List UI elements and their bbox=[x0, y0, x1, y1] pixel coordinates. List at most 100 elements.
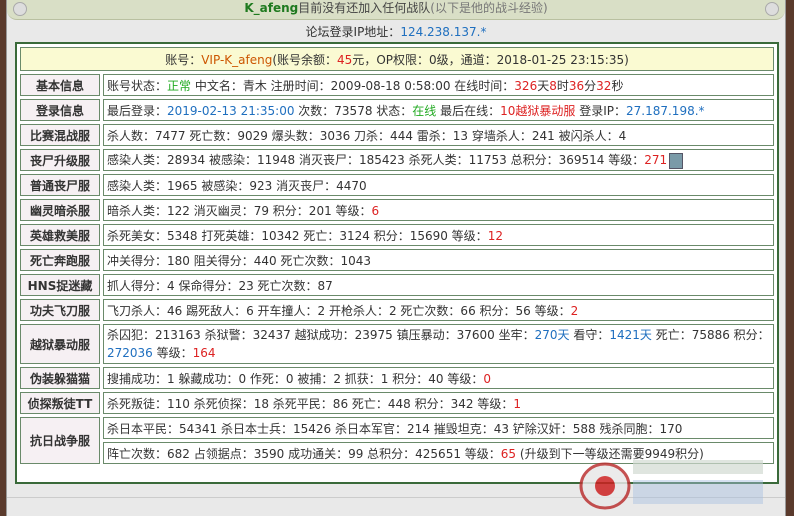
balance-label: (账号余额： bbox=[272, 52, 338, 67]
username[interactable]: K_afeng bbox=[244, 1, 298, 15]
row-value-part: 感染人类：28934 被感染：11948 消灭丧尸：185423 杀死人类：11… bbox=[107, 153, 645, 168]
team-status: 目前没有还加入任何战队 bbox=[298, 1, 431, 15]
row-value: 感染人类：1965 被感染：923 消灭丧尸：4470 bbox=[103, 174, 774, 196]
row-value-part: 感染人类：1965 被感染：923 消灭丧尸：4470 bbox=[107, 178, 367, 193]
row-value-part: 272036 bbox=[107, 346, 153, 360]
stats-rows: 基本信息 账号状态：正常 中文名：青木 注册时间：2009-08-18 0:58:… bbox=[20, 74, 774, 414]
ip-label: 论坛登录IP地址： bbox=[305, 25, 401, 39]
row-value-part: 271 bbox=[644, 153, 668, 168]
row-value-part: 中文名：青木 注册时间：2009-08-18 0:58:00 在线时间： bbox=[191, 78, 515, 93]
row-value-part: 最后在线： bbox=[436, 103, 501, 118]
row-label[interactable]: 登录信息 bbox=[20, 99, 100, 121]
row-value-part: 次数：73578 状态： bbox=[294, 103, 413, 118]
row-value-part: 2 bbox=[570, 303, 579, 318]
row-value-part: 1 bbox=[513, 396, 521, 411]
row-value: 杀囚犯：213163 杀狱警：32437 越狱成功：23975 镇压暴动：376… bbox=[103, 324, 774, 364]
balance-value: 45 bbox=[337, 52, 353, 67]
table-row: HNS捉迷藏 抓人得分：4 保命得分：23 死亡次数：87 bbox=[20, 274, 774, 296]
row-value-part: 在线 bbox=[412, 103, 437, 118]
row-value-part: 2019-02-13 21:35:00 bbox=[167, 103, 295, 118]
account-vip: VIP-K_afeng bbox=[201, 52, 273, 67]
row-value-part: 最后登录： bbox=[107, 103, 168, 118]
row-value: 杀死美女：5348 打死英雄：10342 死亡：3124 积分：15690 等级… bbox=[103, 224, 774, 246]
row-label[interactable]: 比赛混战服 bbox=[20, 124, 100, 146]
main-panel: K_afeng目前没有还加入任何战队(以下是他的战斗经验) 论坛登录IP地址：1… bbox=[6, 0, 786, 516]
kangri-level: 65 bbox=[500, 446, 517, 461]
account-header: 账号：VIP-K_afeng(账号余额：45元，OP权限：0级，通道：2018-… bbox=[20, 47, 774, 71]
row-value-part: 时 bbox=[556, 78, 569, 93]
top-bar: K_afeng目前没有还加入任何战队(以下是他的战斗经验) bbox=[7, 0, 785, 20]
row-value: 杀人数：7477 死亡数：9029 爆头数：3036 刀杀：444 雷杀：13 … bbox=[103, 124, 774, 146]
kangri-next-level: (升级到下一等级还需要9949积分) bbox=[516, 446, 704, 461]
row-label[interactable]: 英雄救美服 bbox=[20, 224, 100, 246]
table-row: 基本信息 账号状态：正常 中文名：青木 注册时间：2009-08-18 0:58:… bbox=[20, 74, 774, 96]
row-value: 搜捕成功：1 躲藏成功：0 作死：0 被捕：2 抓获：1 积分：40 等级：0 bbox=[103, 367, 774, 389]
row-value-part: 死亡：75886 积分： bbox=[651, 328, 770, 342]
row-value-part: 暗杀人类：122 消灭幽灵：79 积分：201 等级： bbox=[107, 203, 372, 218]
forum-ip-line: 论坛登录IP地址：124.238.137.* bbox=[7, 23, 785, 40]
row-value-part: 冲关得分：180 阻关得分：440 死亡次数：1043 bbox=[107, 253, 371, 268]
row-value-part: 看守： bbox=[569, 328, 610, 342]
row-value-part: 等级： bbox=[152, 346, 193, 360]
row-label[interactable]: 普通丧尸服 bbox=[20, 174, 100, 196]
row-label[interactable]: 侦探叛徒TT bbox=[20, 392, 100, 414]
table-row: 比赛混战服 杀人数：7477 死亡数：9029 爆头数：3036 刀杀：444 雷… bbox=[20, 124, 774, 146]
kangri-line-2: 阵亡次数：682 占领据点：3590 成功通关：99 总积分：425651 等级… bbox=[103, 442, 774, 464]
table-row: 伪装躲猫猫 搜捕成功：1 躲藏成功：0 作死：0 被捕：2 抓获：1 积分：40 … bbox=[20, 367, 774, 389]
table-row: 死亡奔跑服 冲关得分：180 阻关得分：440 死亡次数：1043 bbox=[20, 249, 774, 271]
row-value: 抓人得分：4 保命得分：23 死亡次数：87 bbox=[103, 274, 774, 296]
account-prefix: 账号： bbox=[165, 52, 202, 67]
table-row: 幽灵暗杀服 暗杀人类：122 消灭幽灵：79 积分：201 等级：6 bbox=[20, 199, 774, 221]
table-row: 普通丧尸服 感染人类：1965 被感染：923 消灭丧尸：4470 bbox=[20, 174, 774, 196]
row-value: 暗杀人类：122 消灭幽灵：79 积分：201 等级：6 bbox=[103, 199, 774, 221]
row-label[interactable]: HNS捉迷藏 bbox=[20, 274, 100, 296]
row-value-part: 分 bbox=[584, 78, 597, 93]
row-label[interactable]: 幽灵暗杀服 bbox=[20, 199, 100, 221]
ip-value: 124.238.137.* bbox=[400, 25, 487, 39]
table-row: 英雄救美服 杀死美女：5348 打死英雄：10342 死亡：3124 积分：156… bbox=[20, 224, 774, 246]
row-label[interactable]: 伪装躲猫猫 bbox=[20, 367, 100, 389]
row-value-part: 10越狱暴动服 bbox=[500, 103, 576, 118]
account-suffix: ) bbox=[624, 52, 629, 67]
table-row: 丧尸升级服 感染人类：28934 被感染：11948 消灭丧尸：185423 杀死… bbox=[20, 149, 774, 171]
row-value-part: 36 bbox=[568, 78, 585, 93]
row-value-part: 12 bbox=[487, 228, 503, 243]
row-value-part: 1421天 bbox=[609, 328, 652, 342]
row-value: 杀死叛徒：110 杀死侦探：18 杀死平民：86 死亡：448 积分：342 等… bbox=[103, 392, 774, 414]
account-date: 2018-01-25 23:15:35 bbox=[496, 52, 625, 67]
row-value-part: 抓人得分：4 保命得分：23 死亡次数：87 bbox=[107, 278, 333, 293]
row-label[interactable]: 基本信息 bbox=[20, 74, 100, 96]
table-row: 功夫飞刀服 飞刀杀人：46 踢死敌人：6 开车撞人：2 开枪杀人：2 死亡次数：6… bbox=[20, 299, 774, 321]
left-circle-icon bbox=[13, 2, 27, 16]
row-value-part: 杀死美女：5348 打死英雄：10342 死亡：3124 积分：15690 等级… bbox=[107, 228, 488, 243]
rank-avatar-icon bbox=[669, 152, 684, 169]
row-value: 账号状态：正常 中文名：青木 注册时间：2009-08-18 0:58:00 在… bbox=[103, 74, 774, 96]
balance-unit: 元 bbox=[352, 52, 365, 67]
row-value: 飞刀杀人：46 踢死敌人：6 开车撞人：2 开枪杀人：2 死亡次数：66 积分：… bbox=[103, 299, 774, 321]
row-value-part: 27.187.198.* bbox=[626, 103, 705, 118]
row-value-part: 天 bbox=[537, 78, 550, 93]
row-value: 最后登录：2019-02-13 21:35:00 次数：73578 状态：在线 … bbox=[103, 99, 774, 121]
table-row: 侦探叛徒TT 杀死叛徒：110 杀死侦探：18 杀死平民：86 死亡：448 积分… bbox=[20, 392, 774, 414]
row-value-part: 正常 bbox=[167, 78, 192, 93]
row-value-part: 杀人数：7477 死亡数：9029 爆头数：3036 刀杀：444 雷杀：13 … bbox=[107, 128, 627, 143]
row-value-part: 32 bbox=[596, 78, 612, 93]
row-value-part: 登录IP： bbox=[575, 103, 626, 118]
row-label[interactable]: 功夫飞刀服 bbox=[20, 299, 100, 321]
row-value-part: 账号状态： bbox=[107, 78, 168, 93]
stats-frame: 账号：VIP-K_afeng(账号余额：45元，OP权限：0级，通道：2018-… bbox=[15, 42, 779, 484]
row-label[interactable]: 丧尸升级服 bbox=[20, 149, 100, 171]
row-value-part: 秒 bbox=[611, 78, 624, 93]
row-label-kangri[interactable]: 抗日战争服 bbox=[20, 417, 100, 464]
row-value-part: 杀死叛徒：110 杀死侦探：18 杀死平民：86 死亡：448 积分：342 等… bbox=[107, 396, 514, 411]
row-label[interactable]: 死亡奔跑服 bbox=[20, 249, 100, 271]
sub-note: (以下是他的战斗经验) bbox=[430, 1, 548, 15]
row-value-part: 搜捕成功：1 躲藏成功：0 作死：0 被捕：2 抓获：1 积分：40 等级： bbox=[107, 371, 484, 386]
row-label[interactable]: 越狱暴动服 bbox=[20, 324, 100, 364]
row-value: 冲关得分：180 阻关得分：440 死亡次数：1043 bbox=[103, 249, 774, 271]
table-row: 登录信息 最后登录：2019-02-13 21:35:00 次数：73578 状态… bbox=[20, 99, 774, 121]
row-value-part: 8 bbox=[549, 78, 557, 93]
kangri-line-1: 杀日本平民：54341 杀日本士兵：15426 杀日本军官：214 摧毁坦克：4… bbox=[103, 417, 774, 439]
op-label: ，OP权限：0级，通道： bbox=[364, 52, 497, 67]
row-value-part: 164 bbox=[192, 346, 216, 360]
